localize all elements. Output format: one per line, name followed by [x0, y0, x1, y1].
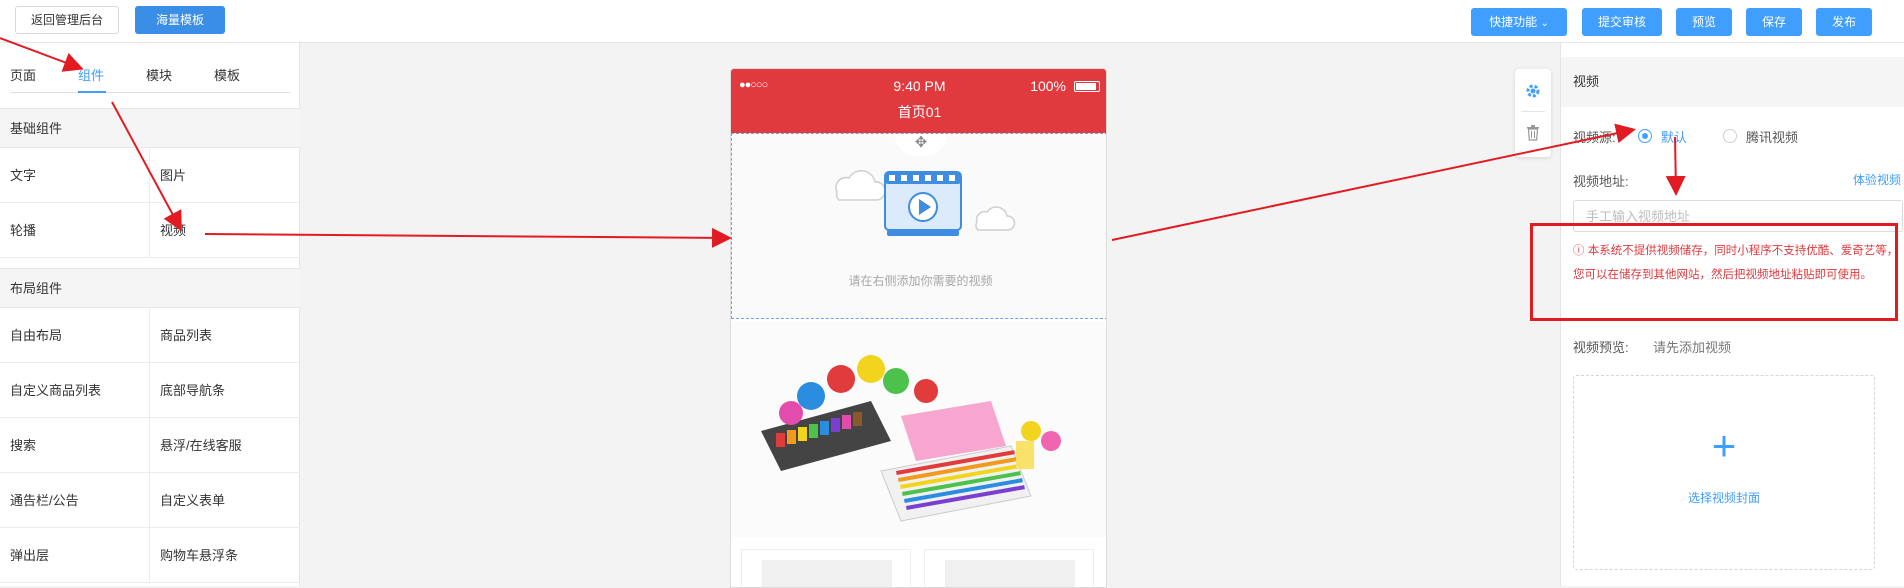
panel-tabs: 页面 组件 模块 模板 [10, 65, 290, 93]
try-video-link[interactable]: 体验视频 [1853, 171, 1901, 188]
annotation-highlight-box [1530, 223, 1898, 321]
top-toolbar: 返回管理后台 海量模板 快捷功能 ⌄ 提交审核 预览 保存 发布 [0, 0, 1904, 43]
component-video[interactable]: 视频 [150, 203, 300, 258]
toolbar-divider [1521, 111, 1545, 112]
page-title: 首页01 [897, 104, 942, 120]
save-button[interactable]: 保存 [1746, 8, 1802, 36]
radio-default[interactable] [1638, 129, 1652, 143]
component-image[interactable]: 图片 [150, 148, 300, 203]
video-hint-text: 请在右侧添加你需要的视频 [848, 274, 993, 288]
battery-text: 100% [1030, 78, 1066, 94]
video-preview-label: 视频预览: [1573, 340, 1629, 355]
video-illustration [835, 170, 1016, 236]
select-cover-label[interactable]: 选择视频封面 [1574, 489, 1874, 506]
tab-components[interactable]: 组件 [78, 65, 104, 84]
quick-functions-button[interactable]: 快捷功能 ⌄ [1471, 8, 1567, 36]
component-custom-product-list[interactable]: 自定义商品列表 [0, 363, 150, 418]
phone-preview: ●●○○○ 9:40 PM 100% 首页01 ✥ 请在右侧添加你需要的视频 [730, 68, 1107, 588]
video-source-label: 视频源: [1573, 130, 1616, 145]
trash-icon[interactable] [1526, 125, 1540, 141]
phone-status-header: ●●○○○ 9:40 PM 100% 首页01 [731, 69, 1106, 133]
preview-button[interactable]: 预览 [1676, 8, 1732, 36]
tab-templates[interactable]: 模板 [214, 65, 240, 84]
video-component-placeholder[interactable]: ✥ 请在右侧添加你需要的视频 [731, 133, 1106, 319]
gear-icon[interactable] [1525, 83, 1541, 99]
panel-title: 视频 [1561, 57, 1904, 107]
select-cover-area[interactable]: + 选择视频封面 [1573, 375, 1875, 570]
radio-default-label[interactable]: 默认 [1661, 127, 1687, 146]
submit-review-button[interactable]: 提交审核 [1582, 8, 1662, 36]
component-popup[interactable]: 弹出层 [0, 528, 150, 583]
component-product-list[interactable]: 商品列表 [150, 308, 300, 363]
component-cart-bar[interactable]: 购物车悬浮条 [150, 528, 300, 583]
publish-button[interactable]: 发布 [1816, 8, 1872, 36]
group-basic-components: 基础组件 [0, 108, 300, 148]
component-bottom-nav[interactable]: 底部导航条 [150, 363, 300, 418]
video-preview-value: 请先添加视频 [1653, 340, 1732, 355]
radio-tencent-label[interactable]: 腾讯视频 [1746, 127, 1798, 146]
component-toolbar [1515, 69, 1551, 157]
art-supplies-image [731, 321, 1106, 537]
component-notice-bar[interactable]: 通告栏/公告 [0, 473, 150, 528]
group-layout-components: 布局组件 [0, 268, 300, 308]
plus-icon[interactable]: + [1574, 425, 1874, 467]
quick-functions-label: 快捷功能 [1489, 15, 1538, 29]
cloud-icon [975, 206, 1016, 231]
video-url-label: 视频地址: [1573, 174, 1629, 189]
tab-modules[interactable]: 模块 [146, 65, 172, 84]
back-to-admin-button[interactable]: 返回管理后台 [15, 6, 119, 34]
active-tab-indicator [78, 91, 106, 93]
tab-page[interactable]: 页面 [10, 65, 36, 84]
chevron-down-icon: ⌄ [1540, 18, 1549, 29]
product-card-placeholder [924, 549, 1094, 587]
product-image [731, 321, 1106, 537]
component-text[interactable]: 文字 [0, 148, 150, 203]
radio-tencent[interactable] [1723, 129, 1737, 143]
component-carousel[interactable]: 轮播 [0, 203, 150, 258]
component-search[interactable]: 搜索 [0, 418, 150, 473]
component-custom-form[interactable]: 自定义表单 [150, 473, 300, 528]
product-card-placeholder [741, 549, 911, 587]
component-floating-service[interactable]: 悬浮/在线客服 [150, 418, 300, 473]
component-panel: 页面 组件 模块 模板 基础组件 文字 图片 轮播 视频 布局组件 自由布局 商… [0, 43, 300, 586]
cloud-icon [835, 170, 886, 201]
template-library-button[interactable]: 海量模板 [135, 6, 225, 34]
video-icon [884, 171, 962, 236]
battery-icon [1074, 81, 1100, 92]
component-free-layout[interactable]: 自由布局 [0, 308, 150, 363]
